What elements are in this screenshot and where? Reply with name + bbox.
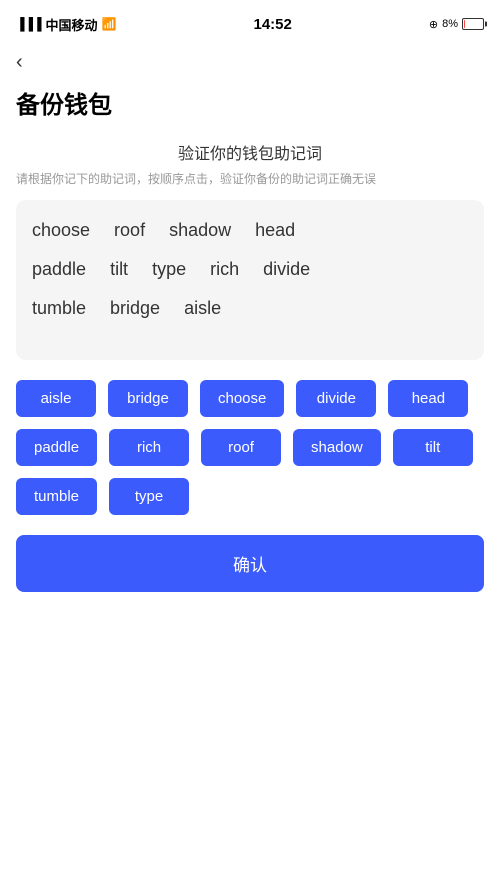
display-word-aisle: aisle: [184, 298, 221, 319]
confirm-button[interactable]: 确认: [16, 535, 484, 592]
display-word-tumble: tumble: [32, 298, 86, 319]
status-time: 14:52: [253, 16, 291, 33]
page-title: 备份钱包: [0, 77, 500, 140]
word-button-choose[interactable]: choose: [200, 380, 284, 417]
section-header: 验证你的钱包助记词 请根据你记下的助记词，按顺序点击，验证你备份的助记词正确无误: [16, 140, 484, 188]
word-button-divide[interactable]: divide: [296, 380, 376, 417]
word-button-shadow[interactable]: shadow: [293, 429, 381, 466]
display-word-tilt: tilt: [110, 259, 128, 280]
display-word-type: type: [152, 259, 186, 280]
word-display-box: choose roof shadow head paddle tilt type…: [16, 200, 484, 360]
word-button-bridge[interactable]: bridge: [108, 380, 188, 417]
display-word-roof: roof: [114, 220, 145, 241]
display-word-paddle: paddle: [32, 259, 86, 280]
word-button-aisle[interactable]: aisle: [16, 380, 96, 417]
display-word-shadow: shadow: [169, 220, 231, 241]
word-button-roof[interactable]: roof: [201, 429, 281, 466]
wifi-icon: 📶: [102, 17, 117, 31]
status-bar: ▐▐▐ 中国移动 📶 14:52 ⊕ 8%: [0, 0, 500, 44]
display-word-bridge: bridge: [110, 298, 160, 319]
back-arrow-icon: ‹: [16, 51, 23, 73]
word-display-row-1: choose roof shadow head: [32, 220, 468, 241]
battery-icon: [462, 18, 484, 30]
word-display-row-3: tumble bridge aisle: [32, 298, 468, 319]
display-word-head: head: [255, 220, 295, 241]
battery-percent: 8%: [442, 18, 458, 30]
word-button-tilt[interactable]: tilt: [393, 429, 473, 466]
display-word-divide: divide: [263, 259, 310, 280]
word-button-rich[interactable]: rich: [109, 429, 189, 466]
back-button[interactable]: ‹: [0, 44, 500, 77]
signal-icon: ▐▐▐: [16, 17, 42, 31]
word-button-paddle[interactable]: paddle: [16, 429, 97, 466]
word-button-tumble[interactable]: tumble: [16, 478, 97, 515]
status-battery-area: ⊕ 8%: [429, 18, 484, 31]
word-button-type[interactable]: type: [109, 478, 189, 515]
display-word-choose: choose: [32, 220, 90, 241]
status-carrier: ▐▐▐ 中国移动 📶: [16, 15, 116, 34]
carrier-name: 中国移动: [46, 15, 98, 34]
section-desc: 请根据你记下的助记词，按顺序点击，验证你备份的助记词正确无误: [16, 170, 484, 188]
confirm-button-wrap: 确认: [16, 535, 484, 592]
section-title: 验证你的钱包助记词: [16, 140, 484, 164]
word-display-row-2: paddle tilt type rich divide: [32, 259, 468, 280]
display-word-rich: rich: [210, 259, 239, 280]
word-button-head[interactable]: head: [388, 380, 468, 417]
word-buttons-area: aisle bridge choose divide head paddle richroo…: [16, 380, 484, 515]
gps-icon: ⊕: [429, 18, 438, 31]
